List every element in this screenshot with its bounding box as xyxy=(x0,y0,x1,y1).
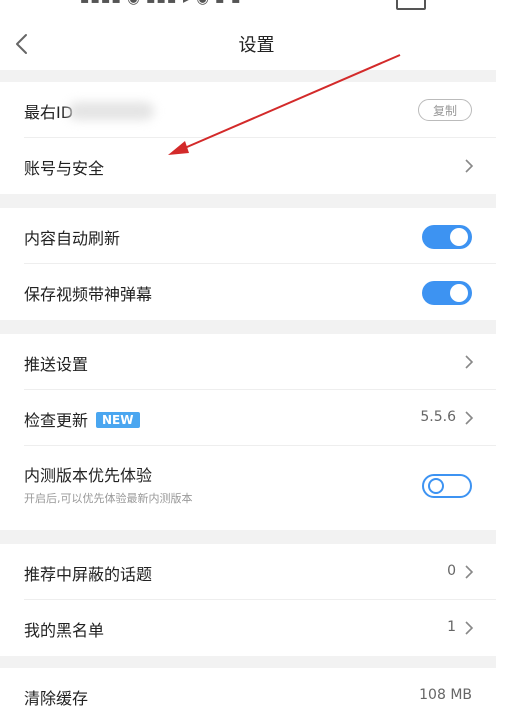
check-update-row[interactable]: 检查更新 NEW 5.5.6 xyxy=(0,390,496,446)
section-divider xyxy=(0,530,496,544)
status-bar-icons: ▪▪▪▪ ◉ ▪▪▪ ▸ ◉ ▪ ▪ xyxy=(80,0,242,7)
chevron-right-icon xyxy=(465,621,474,635)
check-update-label-group: 检查更新 NEW xyxy=(24,407,140,431)
blocked-topics-label: 推荐中屏蔽的话题 xyxy=(24,565,153,584)
nav-bar: 设置 xyxy=(0,18,513,70)
blocked-topics-count: 0 xyxy=(447,563,456,579)
check-update-label: 检查更新 xyxy=(24,411,89,430)
battery-icon xyxy=(396,0,426,10)
status-bar: ▪▪▪▪ ◉ ▪▪▪ ▸ ◉ ▪ ▪ xyxy=(0,0,513,18)
app-version: 5.5.6 xyxy=(420,409,456,425)
beta-experience-label: 内测版本优先体验 xyxy=(24,466,153,485)
beta-experience-description: 开启后,可以优先体验最新内测版本 xyxy=(24,492,193,505)
section-divider xyxy=(0,194,496,208)
beta-experience-row: 内测版本优先体验 开启后,可以优先体验最新内测版本 xyxy=(0,446,496,530)
clear-cache-row[interactable]: 清除缓存 108 MB xyxy=(0,668,496,724)
account-security-label: 账号与安全 xyxy=(24,159,105,178)
auto-refresh-toggle[interactable] xyxy=(422,225,472,249)
chevron-right-icon xyxy=(465,159,474,173)
blacklist-label: 我的黑名单 xyxy=(24,621,105,640)
cache-size: 108 MB xyxy=(419,687,472,703)
right-gutter xyxy=(496,70,513,724)
save-video-danmaku-row: 保存视频带神弹幕 xyxy=(0,264,496,320)
toggle-knob xyxy=(450,284,468,302)
toggle-knob xyxy=(428,478,444,494)
beta-experience-toggle[interactable] xyxy=(422,474,472,498)
page-title: 设置 xyxy=(238,35,275,56)
blacklist-row[interactable]: 我的黑名单 1 xyxy=(0,600,496,656)
clear-cache-label: 清除缓存 xyxy=(24,689,89,708)
auto-refresh-row: 内容自动刷新 xyxy=(0,208,496,264)
section-divider xyxy=(0,320,496,334)
copy-button[interactable]: 复制 xyxy=(418,99,472,121)
save-video-danmaku-label: 保存视频带神弹幕 xyxy=(24,285,153,304)
section-divider xyxy=(0,70,496,82)
account-id-value-blurred xyxy=(68,102,154,120)
chevron-right-icon xyxy=(465,565,474,579)
account-id-label: 最右ID xyxy=(24,103,74,122)
save-video-danmaku-toggle[interactable] xyxy=(422,281,472,305)
blacklist-count: 1 xyxy=(447,619,456,635)
chevron-right-icon xyxy=(465,355,474,369)
auto-refresh-label: 内容自动刷新 xyxy=(24,229,121,248)
chevron-right-icon xyxy=(465,411,474,425)
push-settings-row[interactable]: 推送设置 xyxy=(0,334,496,390)
account-id-row: 最右ID 复制 xyxy=(0,82,496,138)
blocked-topics-row[interactable]: 推荐中屏蔽的话题 0 xyxy=(0,544,496,600)
push-settings-label: 推送设置 xyxy=(24,355,89,374)
new-badge: NEW xyxy=(96,412,140,428)
account-security-row[interactable]: 账号与安全 xyxy=(0,138,496,194)
toggle-knob xyxy=(450,228,468,246)
